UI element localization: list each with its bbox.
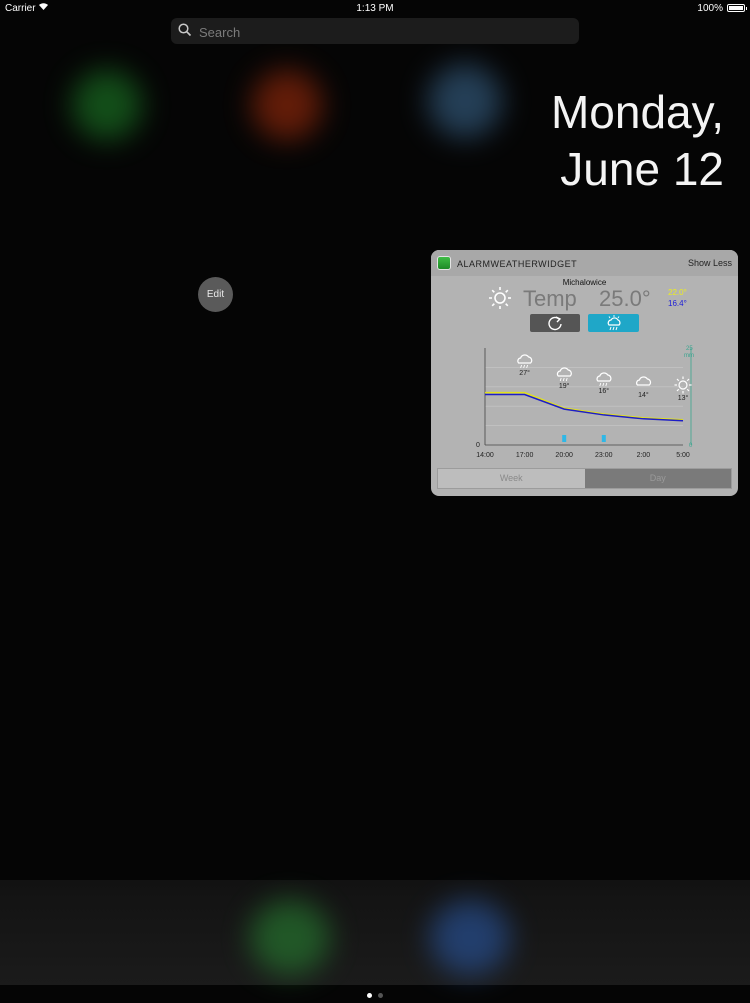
x-tick-label: 23:00 <box>595 452 613 459</box>
rain-cloud-icon <box>596 372 612 387</box>
battery-fill <box>729 6 743 10</box>
precipitation-bar <box>562 435 567 442</box>
refresh-icon <box>548 316 562 331</box>
icon-temp-label: 16° <box>599 387 610 395</box>
refresh-button[interactable] <box>530 314 580 332</box>
y-axis-left-label: 0 <box>476 442 480 449</box>
y-axis-right-label-unit: mm <box>684 353 694 359</box>
y-axis-right-label-top: 25 <box>686 346 693 352</box>
edit-button[interactable]: Edit <box>198 277 233 312</box>
forecast-chart: 0 25mm 0 14:00 17:00 20:00 23:00 2:00 5:00 27° 19°… <box>476 346 694 459</box>
temp-min: 16.4° <box>668 299 687 308</box>
search-bar[interactable] <box>171 18 579 44</box>
widget-header: ALARMWEATHERWIDGET Show Less <box>431 250 738 276</box>
temp-label: Temp <box>523 286 577 311</box>
icon-temp-label: 14° <box>638 391 649 399</box>
view-tabs: Week Day <box>437 468 732 489</box>
tab-week[interactable]: Week <box>438 469 585 488</box>
date-display: Monday, June 12 <box>551 84 724 198</box>
tab-day[interactable]: Day <box>584 469 731 488</box>
sun-icon <box>488 286 512 315</box>
blurred-dock-icon <box>430 900 510 975</box>
search-icon <box>178 23 192 42</box>
rain-cloud-icon <box>517 354 533 369</box>
widget-app-name: ALARMWEATHERWIDGET <box>457 259 578 269</box>
date-label: June 12 <box>560 143 724 195</box>
y-axis-right-label-bottom: 0 <box>689 443 693 449</box>
cloud-sun-icon <box>636 376 652 386</box>
battery-percentage: 100% <box>697 3 723 14</box>
x-tick-label: 14:00 <box>476 452 494 459</box>
city-name: Michalowice <box>562 278 607 287</box>
battery-icon <box>727 4 747 12</box>
app-icon <box>437 256 451 270</box>
sun-rain-icon <box>607 315 621 331</box>
page-dot[interactable] <box>367 993 372 998</box>
show-less-button[interactable]: Show Less <box>688 258 732 268</box>
x-tick-label: 20:00 <box>555 452 573 459</box>
dock <box>0 880 750 985</box>
x-tick-label: 2:00 <box>637 452 651 459</box>
series-line-min <box>485 393 684 422</box>
search-input[interactable] <box>197 21 561 43</box>
sun-icon <box>674 376 692 394</box>
weather-toggle-button[interactable] <box>588 314 639 332</box>
icon-temp-label: 13° <box>678 394 689 402</box>
icon-temp-label: 19° <box>559 382 570 390</box>
page-dot[interactable] <box>378 993 383 998</box>
rain-cloud-icon <box>556 367 572 382</box>
blurred-app-icon <box>428 64 502 138</box>
precipitation-bar <box>601 435 606 442</box>
icon-temp-label: 27° <box>519 369 530 377</box>
page-indicator <box>0 985 750 1003</box>
weekday-label: Monday, <box>550 86 724 138</box>
status-bar: Carrier 1:13 PM 100% <box>0 0 750 16</box>
weather-widget: ALARMWEATHERWIDGET Show Less Michalowice… <box>431 250 738 496</box>
temp-value: 25.0° <box>599 286 651 311</box>
blurred-app-icon <box>72 70 142 140</box>
blurred-app-icon <box>252 70 322 140</box>
x-tick-label: 5:00 <box>676 452 690 459</box>
status-time: 1:13 PM <box>356 3 394 14</box>
x-tick-label: 17:00 <box>516 452 534 459</box>
temp-max: 22.0° <box>668 288 687 297</box>
blurred-dock-icon <box>250 900 330 975</box>
